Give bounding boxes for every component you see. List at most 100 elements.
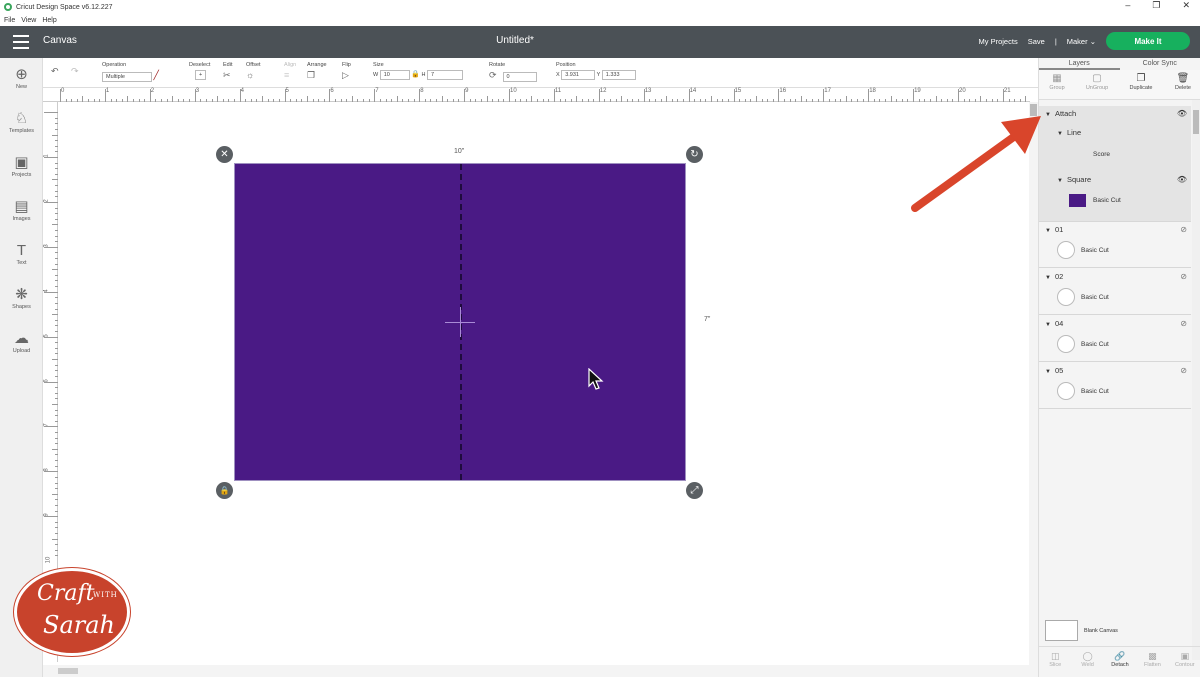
- restore-icon[interactable]: ❐: [1152, 0, 1160, 11]
- action-label: Delete: [1175, 85, 1191, 91]
- menu-file[interactable]: File: [4, 17, 15, 24]
- ruler-tick: [127, 96, 129, 102]
- attach-group[interactable]: ▼ Attach 👁 ▼ Line Score ▼ Square 👁 Basic Cu…: [1039, 106, 1191, 222]
- duplicate-icon: ❐: [1136, 73, 1146, 84]
- my-projects-link[interactable]: My Projects: [979, 37, 1018, 46]
- expand-triangle-icon[interactable]: ▼: [1057, 131, 1063, 137]
- sidebar-item-text[interactable]: T Text: [0, 242, 43, 266]
- scissors-icon[interactable]: ✂: [223, 70, 235, 80]
- contour-button[interactable]: ▣ Contour: [1169, 647, 1200, 677]
- layer-group-01[interactable]: ▼ 01 ⊘ Basic Cut: [1039, 222, 1191, 268]
- purple-rectangle[interactable]: [234, 163, 686, 481]
- close-window-icon[interactable]: ✕: [1182, 0, 1190, 11]
- ruler-number: 4: [240, 88, 244, 94]
- score-row[interactable]: Score: [1093, 151, 1200, 158]
- duplicate-button[interactable]: ❐ Duplicate: [1123, 73, 1159, 91]
- ungroup-button[interactable]: ▢ UnGroup: [1079, 73, 1115, 91]
- hidden-eye-icon[interactable]: ⊘: [1180, 319, 1187, 328]
- sidebar-item-images[interactable]: ▤ Images: [0, 198, 43, 222]
- offset-icon[interactable]: ☼: [246, 70, 258, 80]
- layer-group-02[interactable]: ▼ 02 ⊘ Basic Cut: [1039, 269, 1191, 315]
- panel-scrollbar[interactable]: [1192, 100, 1200, 660]
- undo-icon[interactable]: ↶: [51, 66, 63, 76]
- height-input[interactable]: 7: [427, 70, 464, 80]
- operation-select[interactable]: Multiple: [102, 72, 152, 82]
- minimize-icon[interactable]: –: [1125, 0, 1130, 11]
- sidebar-item-projects[interactable]: ▣ Projects: [0, 154, 43, 178]
- expand-triangle-icon[interactable]: ▼: [1045, 322, 1051, 328]
- offset-group: Offset ☼: [246, 62, 261, 80]
- ruler-number: 11: [554, 88, 562, 94]
- rotate-input[interactable]: 0: [502, 72, 537, 82]
- logo-sarah: Sarah: [43, 611, 115, 639]
- hamburger-menu-icon[interactable]: [13, 35, 29, 49]
- ruler-tick: [974, 99, 976, 102]
- lock-ratio-icon[interactable]: 🔒: [411, 71, 420, 78]
- layer-group-05[interactable]: ▼ 05 ⊘ Basic Cut: [1039, 363, 1191, 409]
- square-color-swatch[interactable]: [1069, 194, 1086, 207]
- sidebar-item-templates[interactable]: ♘ Templates: [0, 110, 43, 134]
- ruler-tick: [110, 99, 112, 102]
- machine-select[interactable]: Maker ⌄: [1067, 37, 1096, 46]
- hidden-eye-icon[interactable]: ⊘: [1180, 366, 1187, 375]
- expand-triangle-icon[interactable]: ▼: [1045, 369, 1051, 375]
- sidebar-item-shapes[interactable]: ❋ Shapes: [0, 286, 43, 310]
- ruler-tick: [413, 99, 415, 102]
- detach-button[interactable]: 🔗 Detach: [1104, 647, 1136, 677]
- lock-handle-icon[interactable]: 🔒: [216, 482, 233, 499]
- expand-triangle-icon[interactable]: ▼: [1045, 112, 1051, 118]
- ruler-tick: [116, 99, 118, 102]
- menu-help[interactable]: Help: [42, 17, 56, 24]
- flatten-button[interactable]: ▩ Flatten: [1136, 647, 1168, 677]
- detach-icon: 🔗: [1114, 651, 1126, 661]
- deselect-button[interactable]: +: [195, 70, 207, 80]
- width-input[interactable]: 10: [379, 70, 410, 80]
- resize-handle-icon[interactable]: ⤢: [686, 482, 703, 499]
- ruler-tick: [1008, 99, 1010, 102]
- y-input[interactable]: 1.333: [601, 70, 636, 80]
- make-it-button[interactable]: Make It: [1106, 32, 1190, 50]
- ruler-tick: [424, 99, 426, 102]
- ruler-tick: [969, 99, 971, 102]
- align-icon[interactable]: ≡: [284, 70, 296, 80]
- slice-button[interactable]: ◫ Slice: [1039, 647, 1071, 677]
- blank-canvas-swatch[interactable]: [1045, 620, 1078, 641]
- chevron-down-icon: ⌄: [1089, 36, 1096, 46]
- delete-handle-icon[interactable]: ✕: [216, 146, 233, 163]
- save-button[interactable]: Save: [1028, 37, 1045, 46]
- tab-color-sync[interactable]: Color Sync: [1120, 58, 1200, 70]
- line-row[interactable]: ▼ Line: [1057, 128, 1200, 137]
- expand-triangle-icon[interactable]: ▼: [1057, 178, 1063, 184]
- sidebar-item-upload[interactable]: ☁ Upload: [0, 330, 43, 354]
- tab-layers[interactable]: Layers: [1039, 58, 1120, 70]
- delete-button[interactable]: 🗑 Delete: [1165, 73, 1200, 91]
- rotate-handle-icon[interactable]: ↻: [686, 146, 703, 163]
- menu-view[interactable]: View: [21, 17, 36, 24]
- pen-color-icon[interactable]: ╱: [154, 70, 166, 80]
- horizontal-ruler: 0 1 2 3 4 5 6 7 8 9 10 11 12 13 14 15 16 17 18 19 20 21: [58, 88, 1030, 102]
- horizontal-scrollbar[interactable]: [43, 665, 1038, 677]
- weld-button[interactable]: ◯ Weld: [1071, 647, 1103, 677]
- group-button[interactable]: ▦ Group: [1039, 73, 1075, 91]
- app-header: Canvas Untitled* My Projects Save | Make…: [0, 26, 1200, 58]
- eye-icon[interactable]: 👁: [1177, 175, 1187, 184]
- hidden-eye-icon[interactable]: ⊘: [1180, 272, 1187, 281]
- sidebar-item-new[interactable]: ⊕ New: [0, 66, 43, 90]
- flip-icon[interactable]: ▷: [342, 70, 354, 80]
- ruler-tick: [986, 99, 988, 102]
- ruler-tick: [200, 99, 202, 102]
- slice-icon: ◫: [1050, 651, 1060, 661]
- redo-icon[interactable]: ↷: [71, 66, 83, 76]
- expand-triangle-icon[interactable]: ▼: [1045, 228, 1051, 234]
- arrange-icon[interactable]: ❐: [307, 70, 319, 80]
- layer-group-04[interactable]: ▼ 04 ⊘ Basic Cut: [1039, 316, 1191, 362]
- hidden-eye-icon[interactable]: ⊘: [1180, 225, 1187, 234]
- eye-icon[interactable]: 👁: [1177, 109, 1187, 118]
- ruler-tick: [817, 99, 819, 102]
- ruler-tick: [800, 96, 802, 102]
- ruler-tick: [44, 157, 58, 158]
- x-label: X: [556, 72, 560, 78]
- ruler-tick: [666, 96, 668, 102]
- x-input[interactable]: 3.931: [561, 70, 596, 80]
- expand-triangle-icon[interactable]: ▼: [1045, 275, 1051, 281]
